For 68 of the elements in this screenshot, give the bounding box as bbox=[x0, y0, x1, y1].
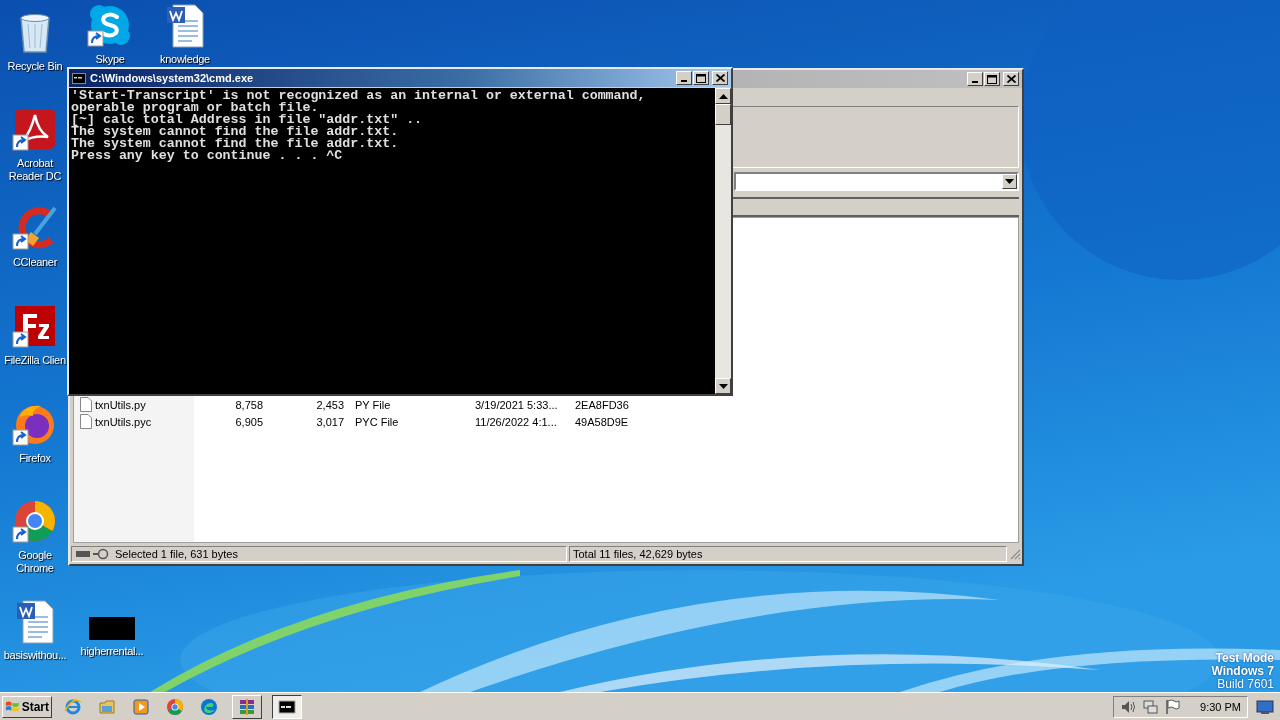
minimize-icon bbox=[972, 81, 978, 83]
table-cell-text: PY File bbox=[355, 398, 392, 411]
desktop-icon[interactable]: knowledge bbox=[150, 1, 220, 66]
window-title: C:\Windows\system32\cmd.exe bbox=[90, 72, 254, 84]
table-cell-text: 3/19/2021 5:33... bbox=[475, 398, 559, 411]
down-arrow-icon bbox=[718, 383, 728, 389]
maximize-icon bbox=[696, 73, 706, 83]
console-icon bbox=[72, 72, 86, 84]
maximize-button[interactable] bbox=[693, 71, 709, 85]
console-line: [~] calc total Address in file "addr.txt" .. bbox=[71, 114, 424, 126]
resize-grip-icon bbox=[1009, 548, 1021, 560]
folder-icon bbox=[98, 697, 116, 716]
desktop-icon[interactable]: Firefox bbox=[3, 400, 67, 465]
scroll-up-button[interactable] bbox=[715, 88, 731, 104]
desktop-icon[interactable]: Skype bbox=[75, 1, 145, 66]
scrollbar[interactable] bbox=[715, 88, 731, 394]
file-icon bbox=[80, 414, 92, 429]
chrome-icon bbox=[166, 697, 184, 716]
browser-icon bbox=[64, 697, 82, 716]
table-cell-text: PYC File bbox=[355, 415, 400, 428]
console-line: operable program or batch file. bbox=[71, 102, 319, 114]
minimize-button[interactable] bbox=[676, 71, 692, 85]
console-line: The system cannot find the file addr.txt. bbox=[71, 126, 400, 138]
status-text: Total 11 files, 42,629 bytes bbox=[573, 548, 703, 560]
system-notice-text: Windows 7 bbox=[1211, 665, 1274, 678]
drive-icon bbox=[75, 548, 111, 560]
scroll-down-button[interactable] bbox=[715, 378, 731, 394]
console-line: 'Start-Transcript' is not recognized as an internal or external command, bbox=[71, 90, 647, 102]
table-cell-text: 3,017 bbox=[315, 415, 344, 428]
table-cell-text: 2EA8FD36 bbox=[575, 398, 630, 411]
table-cell-text: 49A58D9E bbox=[575, 415, 630, 428]
windows-logo-icon bbox=[5, 699, 20, 714]
maximize-icon bbox=[987, 74, 997, 84]
start-button[interactable]: Start bbox=[2, 695, 52, 718]
archive-icon bbox=[238, 697, 256, 716]
table-cell-text: 6,905 bbox=[234, 415, 263, 428]
flag-icon bbox=[1164, 698, 1181, 715]
table-cell-text: 11/26/2022 4:1... bbox=[475, 415, 558, 428]
clock[interactable]: 9:30 PM bbox=[1200, 700, 1241, 713]
show-desktop-icon[interactable] bbox=[1256, 698, 1274, 715]
desktop-icon[interactable]: FileZilla Clien bbox=[3, 302, 67, 367]
path-combo[interactable] bbox=[734, 172, 1019, 191]
console-line: Press any key to continue . . . ^C bbox=[71, 150, 344, 162]
desktop-icon[interactable]: Recycle Bin bbox=[3, 8, 67, 73]
table-cell-text: 8,758 bbox=[234, 398, 263, 411]
file-name[interactable]: txnUtils.pyc bbox=[74, 414, 184, 429]
dropdown-button[interactable] bbox=[1002, 174, 1017, 189]
close-icon bbox=[715, 74, 725, 82]
console-line: The system cannot find the file addr.txt. bbox=[71, 138, 400, 150]
caret-icon bbox=[1005, 179, 1014, 184]
system-notice-text: Build 7601 bbox=[1217, 678, 1274, 691]
taskbar-button[interactable] bbox=[272, 694, 302, 719]
console-icon bbox=[278, 697, 296, 716]
file-icon bbox=[80, 397, 92, 412]
network-icon bbox=[1142, 698, 1159, 715]
media-player-icon bbox=[132, 697, 150, 716]
close-button[interactable] bbox=[712, 71, 728, 85]
desktop-icon[interactable]: Acrobat Reader DC bbox=[3, 105, 67, 183]
minimize-icon bbox=[681, 80, 687, 82]
close-icon bbox=[1006, 75, 1016, 83]
table-cell-text: 2,453 bbox=[315, 398, 344, 411]
desktop-icon[interactable]: CCleaner bbox=[3, 204, 67, 269]
status-text: Selected 1 file, 631 bytes bbox=[115, 548, 238, 560]
scroll-thumb[interactable] bbox=[715, 104, 731, 125]
file-name[interactable]: txnUtils.py bbox=[74, 397, 184, 412]
edge-icon bbox=[200, 697, 218, 716]
up-arrow-icon bbox=[718, 93, 728, 99]
desktop-icon[interactable]: Google Chrome bbox=[7, 497, 63, 575]
